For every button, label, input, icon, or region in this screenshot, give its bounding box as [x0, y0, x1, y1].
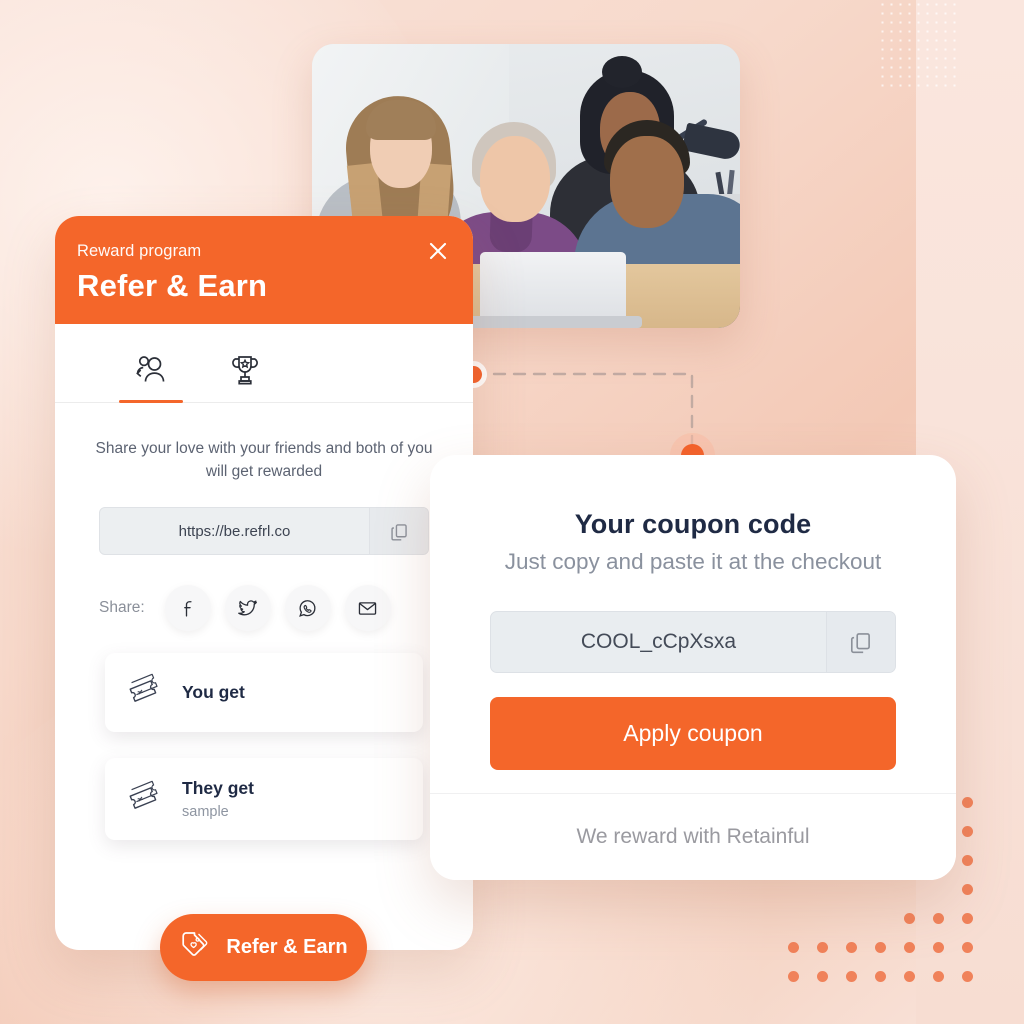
- widget-eyebrow: Reward program: [77, 242, 202, 260]
- share-message: Share your love with your friends and bo…: [95, 440, 433, 480]
- coupon-title: Your coupon code: [574, 509, 812, 539]
- facebook-icon[interactable]: [164, 585, 211, 631]
- refer-and-earn-button[interactable]: Refer & Earn: [160, 914, 367, 981]
- background-dot-texture: [878, 0, 958, 90]
- refer-and-earn-label: Refer & Earn: [226, 936, 348, 958]
- tab-rewards[interactable]: [213, 338, 277, 402]
- copy-icon[interactable]: [826, 612, 895, 672]
- ticket-icon: [127, 780, 164, 819]
- coupon-footer: We reward with Retainful: [430, 793, 956, 880]
- coupon-card: Your coupon code Just copy and paste it …: [430, 455, 956, 880]
- reward-title: They get: [182, 778, 254, 798]
- referral-link-value: https://be.refrl.co: [178, 522, 291, 540]
- ticket-icon: [127, 673, 164, 712]
- whatsapp-icon[interactable]: [284, 585, 331, 631]
- referral-link-field[interactable]: https://be.refrl.co: [99, 507, 429, 555]
- apply-coupon-button[interactable]: Apply coupon: [490, 697, 896, 770]
- share-label: Share:: [99, 599, 145, 616]
- screenshot-root: Reward program Refer & Earn Share your l…: [0, 0, 1024, 1024]
- reward-title: You get: [182, 682, 245, 702]
- reward-card-they-get: They get sample: [105, 758, 423, 840]
- twitter-icon[interactable]: [224, 585, 271, 631]
- tab-active-indicator: [119, 400, 183, 403]
- reward-card-you-get: You get: [105, 653, 423, 732]
- coupon-code-field[interactable]: COOL_cCpXsxa: [490, 611, 896, 673]
- share-row: Share:: [99, 585, 473, 631]
- copy-icon[interactable]: [369, 508, 428, 554]
- coupon-code-value: COOL_cCpXsxa: [580, 630, 737, 653]
- email-icon[interactable]: [344, 585, 391, 631]
- coupon-subtitle: Just copy and paste it at the checkout: [504, 549, 882, 574]
- widget-header: Reward program Refer & Earn: [55, 216, 473, 324]
- tag-heart-icon: [179, 928, 213, 967]
- widget-tabs: [55, 324, 473, 403]
- reward-subtitle: sample: [182, 804, 229, 820]
- tab-referral[interactable]: [119, 338, 183, 402]
- widget-title: Refer & Earn: [77, 268, 268, 303]
- close-icon[interactable]: [425, 238, 451, 264]
- referral-widget-panel: Reward program Refer & Earn Share your l…: [55, 216, 473, 950]
